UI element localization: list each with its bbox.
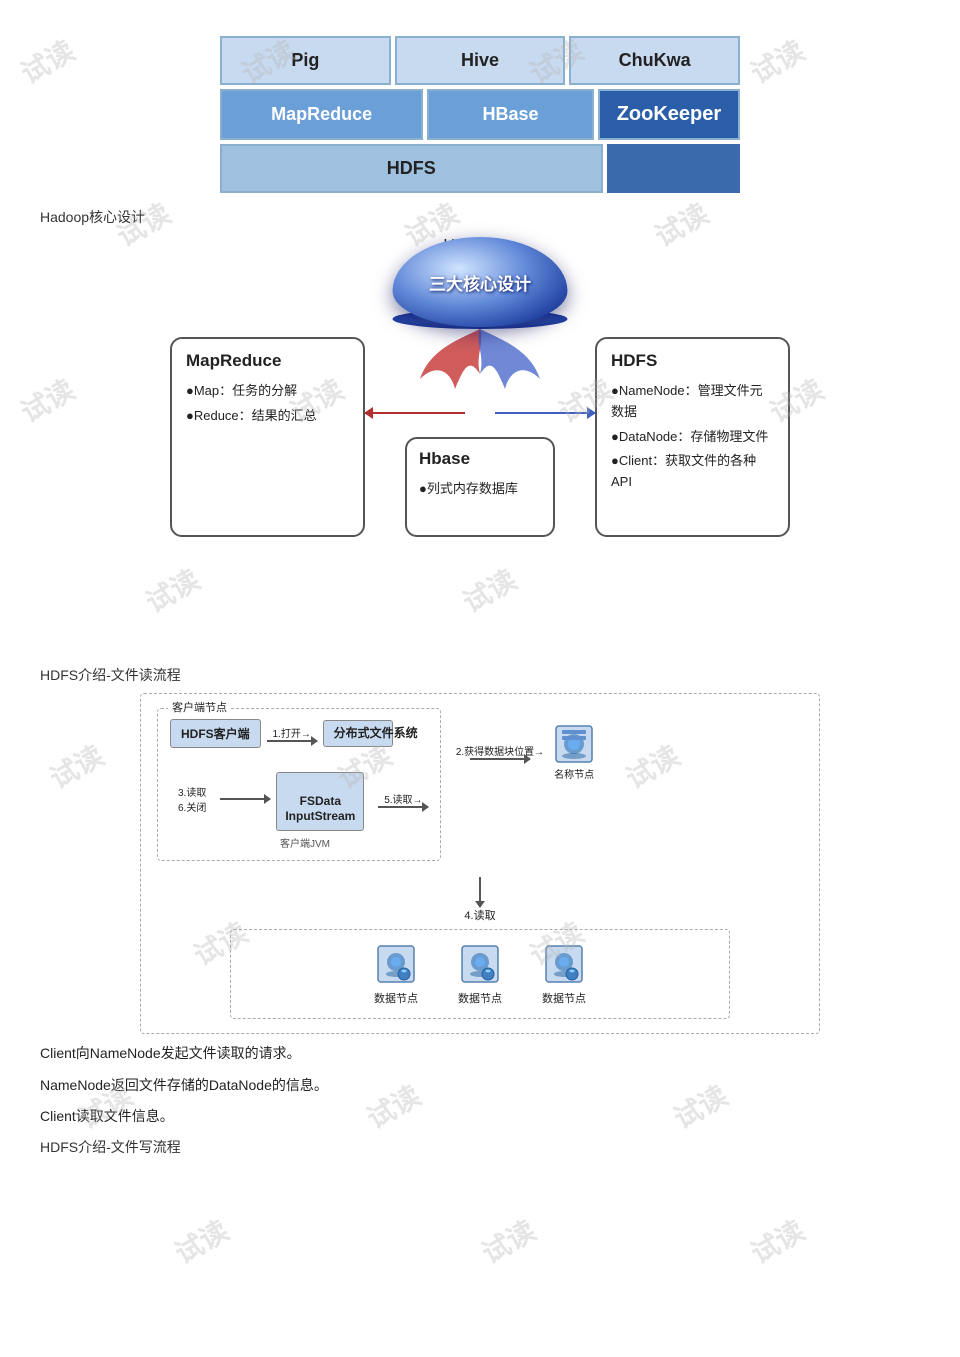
name-node-icon xyxy=(552,722,596,766)
step4-area: 4.读取 xyxy=(157,877,803,923)
step4-arrowhead xyxy=(475,901,485,913)
flame-decoration xyxy=(400,319,560,414)
mapreduce-point-1: ●Map：任务的分解 xyxy=(186,381,349,402)
hbase-content: ●列式内存数据库 xyxy=(419,479,518,500)
hbase-point-1: ●列式内存数据库 xyxy=(419,479,518,500)
globe-sphere: 三大核心设计 xyxy=(393,237,568,327)
stack-row-2: MapReduce HBase ZooKeeper xyxy=(220,89,740,140)
data-node-1: 数据节点 xyxy=(374,942,418,1006)
client-node-label: 客户端节点 xyxy=(168,699,231,715)
step4-line xyxy=(479,877,481,907)
stack-zookeeper: ZooKeeper xyxy=(598,89,740,140)
hadoop-stack-diagram: Pig Hive ChuKwa MapReduce HBase ZooKeepe… xyxy=(220,36,740,197)
step36-line xyxy=(220,798,270,800)
stack-row-3: HDFS xyxy=(220,144,740,193)
mapreduce-box: MapReduce ●Map：任务的分解 ●Reduce：结果的汇总 xyxy=(170,337,365,537)
hdfs-title: HDFS xyxy=(611,351,774,371)
mapreduce-title: MapReduce xyxy=(186,351,349,371)
data-node-label-3: 数据节点 xyxy=(542,990,586,1006)
data-node-2: 数据节点 xyxy=(458,942,502,1006)
hdfs-box: HDFS ●NameNode：管理文件元数据 ●DataNode：存储物理文件 … xyxy=(595,337,790,537)
data-node-icon-1 xyxy=(374,942,418,986)
hbase-box: Hbase ●列式内存数据库 xyxy=(405,437,555,537)
text-1: Client向NameNode发起文件读取的请求。 xyxy=(40,1042,920,1066)
step2-line xyxy=(470,758,530,760)
step2-arrow: 2.获得数据块位置→ xyxy=(456,743,544,760)
step36-arrowhead xyxy=(264,794,276,804)
data-node-3: 数据节点 xyxy=(542,942,586,1006)
stack-hive: Hive xyxy=(395,36,566,85)
name-node-server: 名称节点 xyxy=(552,722,596,781)
step5-label: 5.读取→ xyxy=(384,791,422,806)
data-node-icon-2 xyxy=(458,942,502,986)
step1-line xyxy=(267,740,317,742)
left-arrowhead xyxy=(358,407,373,419)
hdfs-read-diagram: 客户端节点 HDFS客户端 1.打开→ 分布式文件系统 3.读取 6.关闭 xyxy=(140,693,820,1034)
step1-arrow: 1.打开→ xyxy=(267,725,317,742)
step2-namenode-area: 2.获得数据块位置→ 名称节点 xyxy=(456,722,596,781)
stack-row-1: Pig Hive ChuKwa xyxy=(220,36,740,85)
distributed-fs-box: 分布式文件系统 xyxy=(323,720,393,748)
hdfs-point-3: ●Client：获取文件的各种API xyxy=(611,451,774,493)
hdfs-client-box: HDFS客户端 xyxy=(170,719,261,748)
step2-arrowhead xyxy=(524,754,536,764)
data-nodes-area: 数据节点 数据节点 数据节点 xyxy=(230,929,730,1019)
stack-chukwa: ChuKwa xyxy=(569,36,740,85)
step36-label: 3.读取 6.关闭 xyxy=(178,784,206,814)
step1-label: 1.打开→ xyxy=(273,725,311,740)
mapreduce-content: ●Map：任务的分解 ●Reduce：结果的汇总 xyxy=(186,381,349,427)
core-design-diagram: 三大核心设计 MapReduce ●Map：任务的分解 ●Reduce：结果的汇… xyxy=(160,237,800,657)
stack-right-spacer xyxy=(607,144,740,193)
step5-line xyxy=(378,806,428,808)
top-flow-row: HDFS客户端 1.打开→ 分布式文件系统 xyxy=(170,719,428,748)
text-3: Client读取文件信息。 xyxy=(40,1105,920,1129)
jvm-label: 客户端JVM xyxy=(280,835,428,850)
hdfs-point-2: ●DataNode：存储物理文件 xyxy=(611,427,774,448)
globe-area: 三大核心设计 xyxy=(393,237,568,329)
stack-mapreduce: MapReduce xyxy=(220,89,423,140)
name-node-label: 名称节点 xyxy=(554,766,594,781)
bottom-flow-row: 3.读取 6.关闭 FSData InputStream 5.读取→ xyxy=(170,768,428,831)
step1-arrowhead xyxy=(311,736,323,746)
text-2: NameNode返回文件存储的DataNode的信息。 xyxy=(40,1074,920,1098)
hdfs-write-label: HDFS介绍-文件写流程 xyxy=(40,1137,920,1157)
data-node-label-1: 数据节点 xyxy=(374,990,418,1006)
hadoop-label: Hadoop核心设计 xyxy=(40,207,920,227)
stack-hdfs: HDFS xyxy=(220,144,603,193)
hdfs-point-1: ●NameNode：管理文件元数据 xyxy=(611,381,774,423)
hdfs-read-label: HDFS介绍-文件读流程 xyxy=(40,665,920,685)
step5-arrowhead xyxy=(422,802,434,812)
right-arrowhead xyxy=(587,407,602,419)
stack-pig: Pig xyxy=(220,36,391,85)
step36-arrow xyxy=(220,798,270,800)
mapreduce-point-2: ●Reduce：结果的汇总 xyxy=(186,406,349,427)
stack-hbase: HBase xyxy=(427,89,594,140)
client-node-box: 客户端节点 HDFS客户端 1.打开→ 分布式文件系统 3.读取 6.关闭 xyxy=(157,708,441,861)
fsdata-box: FSData InputStream xyxy=(276,772,364,831)
step5-arrow: 5.读取→ xyxy=(378,791,428,808)
hdfs-content: ●NameNode：管理文件元数据 ●DataNode：存储物理文件 ●Clie… xyxy=(611,381,774,493)
data-node-label-2: 数据节点 xyxy=(458,990,502,1006)
step36-col: 3.读取 6.关闭 xyxy=(178,784,206,814)
hbase-title: Hbase xyxy=(419,449,470,469)
data-node-icon-3 xyxy=(542,942,586,986)
